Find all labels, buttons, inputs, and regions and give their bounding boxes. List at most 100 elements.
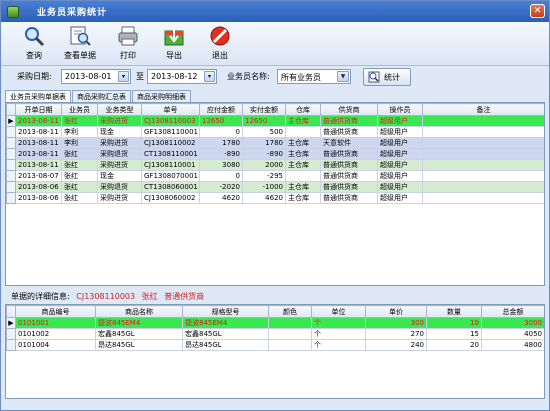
table-cell (268, 317, 312, 329)
date-to-field[interactable]: 2013-08-12 ▾ (147, 69, 217, 84)
row-indicator-header (6, 305, 16, 318)
table-cell: 超级用户 (377, 115, 423, 127)
table-cell: 4620 (199, 192, 243, 204)
table-cell: 李利 (61, 137, 98, 149)
table-cell: 昂达845GL (182, 339, 269, 351)
column-header[interactable]: 总金额 (481, 305, 544, 318)
column-header[interactable]: 商品编号 (15, 305, 96, 318)
table-cell: 采购进货 (97, 192, 142, 204)
view-receipt-button[interactable]: 查看单据 (59, 25, 101, 65)
chevron-down-icon[interactable]: ▼ (337, 71, 349, 82)
column-header[interactable]: 单号 (141, 103, 200, 116)
table-cell: 超级用户 (377, 126, 423, 138)
table-cell (285, 126, 321, 138)
table-cell: 李利 (61, 126, 98, 138)
table-cell: 个 (311, 328, 366, 340)
column-header[interactable]: 颜色 (268, 305, 312, 318)
app-window: 业务员采购统计 ✕ 查询 查看单据 打印 导出 退出 采购日期: 2013-08… (0, 0, 550, 411)
export-button[interactable]: 导出 (153, 25, 195, 65)
detail-grid[interactable]: 商品编号 商品名称 规格型号 颜色 单位 单价 数量 总金额 ▶ 0101001… (5, 304, 545, 399)
print-button[interactable]: 打印 (107, 25, 149, 65)
receipt-grid[interactable]: 开单日期 业务员 业务类型 单号 应付金额 实付金额 仓库 供货商 操作员 备注… (5, 102, 545, 286)
table-cell: 捷波845EM4 (182, 317, 269, 329)
table-row[interactable]: 2013-08-11 张红 采购退货 CT1308110001 -890 -89… (6, 148, 544, 160)
table-row[interactable]: 2013-08-06 张红 采购进货 CJ1308060002 4620 462… (6, 192, 544, 204)
column-header[interactable]: 操作员 (377, 103, 423, 116)
table-row[interactable]: 0101002 宏鑫845GL 宏鑫845GL 个 270 15 4050 (6, 328, 544, 340)
export-icon (163, 25, 185, 47)
row-indicator (6, 339, 16, 351)
column-header[interactable]: 商品名称 (95, 305, 183, 318)
salesman-select[interactable]: 所有业务员 ▼ (277, 69, 351, 84)
status-bar (1, 401, 549, 410)
column-header[interactable]: 供货商 (320, 103, 378, 116)
table-cell: 240 (365, 339, 427, 351)
column-header[interactable]: 单价 (365, 305, 427, 318)
table-cell: 普通供货商 (320, 148, 378, 160)
table-cell: CJ1308060002 (141, 192, 200, 204)
column-header[interactable]: 单位 (311, 305, 366, 318)
table-cell: GF1308070001 (141, 170, 200, 182)
title-bar: 业务员采购统计 ✕ (1, 1, 549, 22)
date-from-field[interactable]: 2013-08-01 ▾ (61, 69, 131, 84)
table-row[interactable]: 2013-08-07 张红 现金 GF1308070001 0 -295 普通供… (6, 170, 544, 182)
table-row[interactable]: 0101004 昂达845GL 昂达845GL 个 240 20 4800 (6, 339, 544, 351)
table-cell: -1000 (242, 181, 286, 193)
tab-product-detail[interactable]: 商品采购明细表 (132, 90, 191, 102)
receipt-detail-info: 单据的详细信息: CJ1308110003 张红 普通供货商 (11, 291, 204, 302)
date-label: 采购日期: (17, 72, 52, 81)
table-row[interactable]: 2013-08-11 李利 现金 GF1308110001 0 500 普通供货… (6, 126, 544, 138)
table-cell: 12650 (199, 115, 243, 127)
row-indicator (6, 137, 16, 149)
column-header[interactable]: 实付金额 (242, 103, 286, 116)
table-cell (285, 170, 321, 182)
export-label: 导出 (166, 51, 182, 60)
table-cell: 2013-08-07 (15, 170, 62, 182)
column-header[interactable]: 业务员 (61, 103, 98, 116)
row-indicator (6, 181, 16, 193)
table-cell: 300 (365, 317, 427, 329)
table-row[interactable]: 2013-08-06 张红 采购退货 CT1308060001 -2020 -1… (6, 181, 544, 193)
magnifier-icon (23, 25, 45, 47)
tab-product-summary[interactable]: 商品采购汇总表 (72, 90, 131, 102)
row-indicator-header (6, 103, 16, 116)
calendar-dropdown-icon[interactable]: ▾ (204, 71, 215, 82)
column-header[interactable]: 应付金额 (199, 103, 243, 116)
column-header[interactable]: 数量 (426, 305, 482, 318)
table-cell: 主仓库 (285, 181, 321, 193)
calendar-dropdown-icon[interactable]: ▾ (118, 71, 129, 82)
column-header[interactable]: 仓库 (285, 103, 321, 116)
table-cell: CJ1308110001 (141, 159, 200, 171)
table-cell (422, 181, 544, 193)
table-cell: 现金 (97, 170, 142, 182)
query-button[interactable]: 查询 (13, 25, 55, 65)
table-cell: 超级用户 (377, 181, 423, 193)
table-cell: 超级用户 (377, 192, 423, 204)
table-cell: 张红 (61, 148, 98, 160)
table-cell: 2013-08-06 (15, 192, 62, 204)
date-from-value: 2013-08-01 (65, 72, 112, 81)
table-cell: -890 (199, 148, 243, 160)
table-row[interactable]: ▶ 0101001 捷波845EM4 捷波845EM4 个 300 10 300… (6, 317, 544, 329)
column-header[interactable]: 开单日期 (15, 103, 62, 116)
table-cell: 采购进货 (97, 137, 142, 149)
table-cell: 张红 (61, 192, 98, 204)
table-row[interactable]: ▶ 2013-08-11 张红 采购进货 CJ1308110003 12650 … (6, 115, 544, 127)
column-header[interactable]: 备注 (422, 103, 544, 116)
table-cell: 张红 (61, 170, 98, 182)
detail-header-row: 商品编号 商品名称 规格型号 颜色 单位 单价 数量 总金额 (6, 305, 544, 318)
table-row[interactable]: 2013-08-11 张红 采购进货 CJ1308110001 3080 200… (6, 159, 544, 171)
table-cell: 捷波845EM4 (95, 317, 183, 329)
close-button[interactable]: ✕ (530, 4, 545, 18)
current-row-arrow-icon: ▶ (6, 317, 16, 329)
column-header[interactable]: 业务类型 (97, 103, 142, 116)
exit-label: 退出 (212, 51, 228, 60)
table-cell: 超级用户 (377, 170, 423, 182)
stat-button[interactable]: 统计 (363, 68, 411, 86)
exit-button[interactable]: 退出 (199, 25, 241, 65)
column-header[interactable]: 规格型号 (182, 305, 269, 318)
table-cell: 0101002 (15, 328, 96, 340)
table-cell: 2013-08-11 (15, 148, 62, 160)
table-cell: 0101001 (15, 317, 96, 329)
table-row[interactable]: 2013-08-11 李利 采购进货 CJ1308110002 1780 178… (6, 137, 544, 149)
